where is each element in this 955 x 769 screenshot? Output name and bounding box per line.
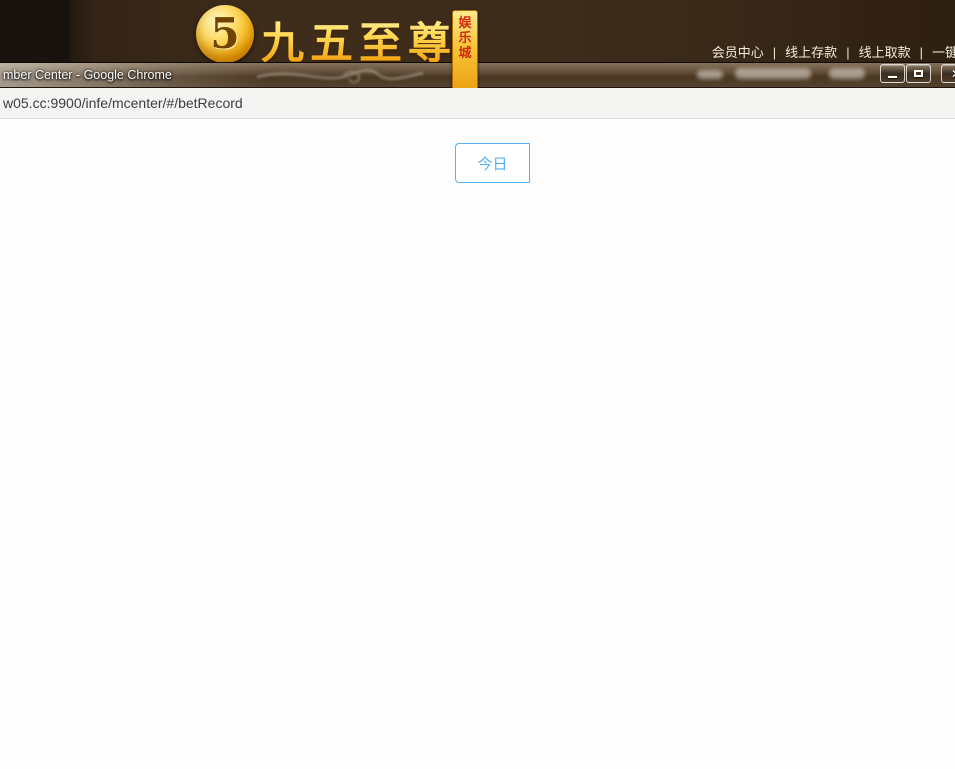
nav-separator: | [773,45,776,60]
nav-separator: | [846,45,849,60]
brand-badge: 娱乐城 [452,10,478,94]
close-button[interactable]: ✕ [941,64,955,83]
nav-one-key[interactable]: 一键归 [932,45,955,60]
brand-badge-text: 娱乐城 [458,15,472,60]
window-title: mber Center - Google Chrome [3,68,172,82]
titlebar-blurred-text [735,68,811,79]
url-text: w05.cc:9900/infe/mcenter/#/betRecord [3,95,243,111]
minimize-icon [888,76,897,78]
titlebar-blurred-text [697,70,723,79]
screen: 5 九五至尊 会员中心|线上存款|线上取款|一键归 娱乐城 mber Cente… [0,0,955,769]
nav-online-deposit[interactable]: 线上存款 [785,45,837,60]
maximize-button[interactable] [906,64,931,83]
maximize-icon [914,70,923,77]
top-nav: 会员中心 | 线上存款 | 线上取款 | 一键归 [712,42,955,61]
brand-mark: 5 [210,9,239,58]
page-content [0,119,955,769]
nav-separator: | [920,45,923,60]
today-button[interactable]: 今日 [455,143,530,183]
today-label: 今日 [477,153,507,174]
nav-member-center[interactable]: 会员中心 [712,45,764,60]
nav-online-withdraw[interactable]: 线上取款 [859,45,911,60]
minimize-button[interactable] [880,64,905,83]
header-left-dark-area [0,0,70,62]
close-icon: ✕ [951,67,955,81]
titlebar-decoration [255,63,425,87]
brand-logo-icon: 5 [196,5,254,63]
address-bar[interactable]: w05.cc:9900/infe/mcenter/#/betRecord [0,88,955,119]
titlebar-blurred-text [829,68,865,79]
